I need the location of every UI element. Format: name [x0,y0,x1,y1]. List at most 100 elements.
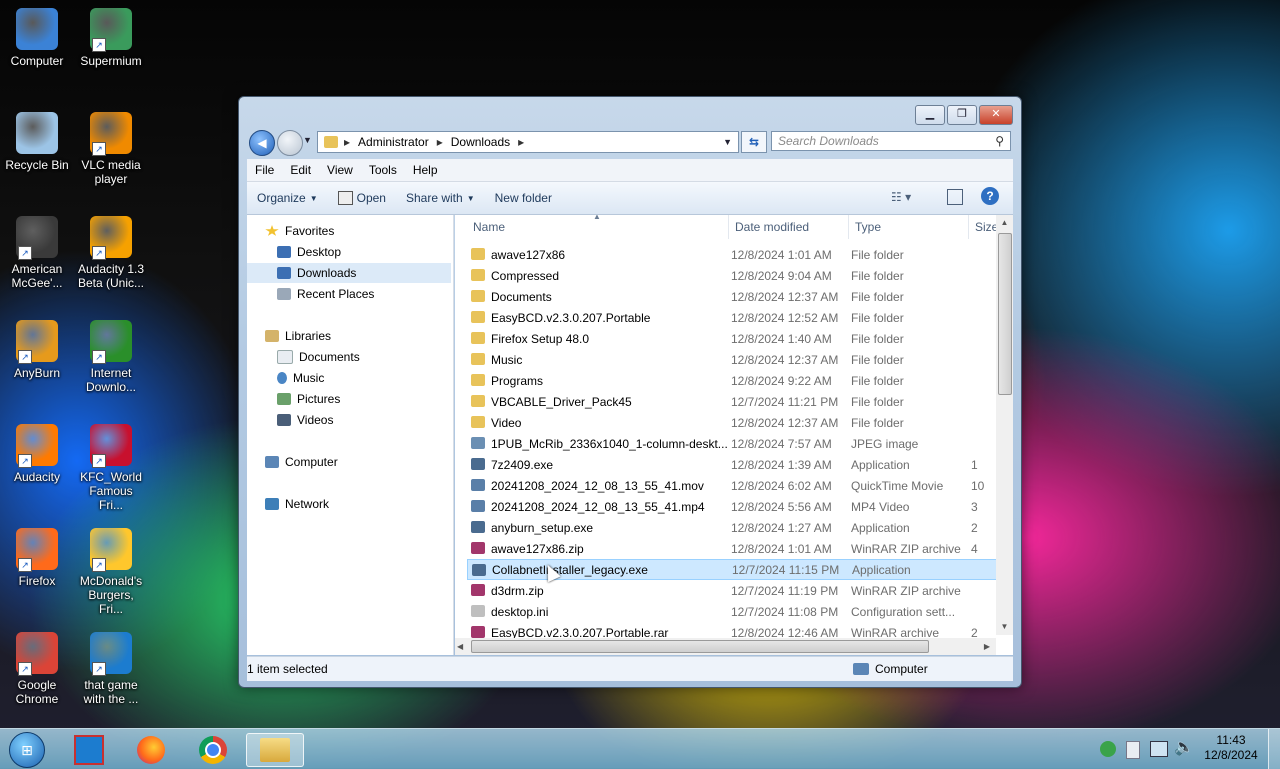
nav-favorites[interactable]: Favorites [265,221,334,241]
back-button[interactable]: ◀ [249,130,275,156]
nav-network[interactable]: Network [265,494,329,514]
desktop-icon-item[interactable]: ↗ Audacity [2,424,72,484]
desktop-icon-item[interactable]: ↗ Google Chrome [2,632,72,706]
explorer-window[interactable]: ▁ ❐ ✕ ◀ ▼ ▸ Administrator ▸ Downloads ▸ … [238,96,1022,688]
file-date: 12/8/2024 12:37 AM [731,289,839,304]
help-icon[interactable]: ? [981,187,999,205]
tray-clock[interactable]: 11:43 12/8/2024 [1198,733,1264,763]
tray-document-icon[interactable] [1126,741,1140,759]
open-button[interactable]: Open [328,191,396,205]
nav-desktop[interactable]: Desktop [277,242,341,262]
file-name: Programs [491,373,544,388]
horizontal-scroll-thumb[interactable] [471,640,929,653]
desktop-icon-item[interactable]: ↗ Supermium [76,8,146,68]
address-bar[interactable]: ▸ Administrator ▸ Downloads ▸ ▼ [317,131,739,153]
folder-icon [471,395,485,407]
nav-downloads[interactable]: Downloads [247,263,451,283]
file-row[interactable]: Compressed 12/8/2024 9:04 AM File folder [467,265,997,286]
desktop-icon-item[interactable]: ↗ Firefox [2,528,72,588]
scroll-right-icon[interactable]: ▶ [984,638,990,655]
menu-view[interactable]: View [319,163,361,177]
file-row[interactable]: desktop.ini 12/7/2024 11:08 PM Configurati… [467,601,997,622]
taskbar-explorer-button[interactable] [246,733,304,767]
maximize-button[interactable]: ❐ [947,105,977,125]
desktop-icon-item[interactable]: ↗ McDonald's Burgers, Fri... [76,528,146,616]
desktop-icon-item[interactable]: ↗ AnyBurn [2,320,72,380]
desktop-icon-item[interactable]: ↗ American McGee'... [2,216,72,290]
file-date: 12/8/2024 1:01 AM [731,247,832,262]
address-dropdown-icon[interactable]: ▼ [723,137,732,147]
file-row[interactable]: Documents 12/8/2024 12:37 AM File folder [467,286,997,307]
view-options-icon[interactable]: ☷ ▾ [891,190,911,204]
desktop-icon-item[interactable]: ↗ that game with the ... [76,632,146,706]
taskbar-firefox-button[interactable] [124,733,178,767]
scroll-up-icon[interactable]: ▲ [996,215,1013,231]
file-row[interactable]: anyburn_setup.exe 12/8/2024 1:27 AM Applic… [467,517,997,538]
tray-network-activity-icon[interactable] [1100,741,1116,757]
file-row[interactable]: 20241208_2024_12_08_13_55_41.mov 12/8/202… [467,475,997,496]
scroll-down-icon[interactable]: ▼ [996,619,1013,635]
file-row[interactable]: Firefox Setup 48.0 12/8/2024 1:40 AM File … [467,328,997,349]
nav-computer[interactable]: Computer [265,452,338,472]
desktop-icon-item[interactable]: ↗ Audacity 1.3 Beta (Unic... [76,216,146,290]
file-row[interactable]: 1PUB_McRib_2336x1040_1-column-deskt... 12… [467,433,997,454]
vertical-scroll-thumb[interactable] [998,233,1012,395]
file-type: Application [851,457,910,472]
organize-button[interactable]: Organize ▼ [247,191,328,205]
recent-pages-chevron-icon[interactable]: ▼ [303,135,312,145]
search-icon[interactable]: ⚲ [995,134,1004,148]
file-row[interactable]: EasyBCD.v2.3.0.207.Portable 12/8/2024 12:… [467,307,997,328]
refresh-icon[interactable]: ⇆ [741,131,767,153]
desktop-icon-item[interactable]: Recycle Bin [2,112,72,172]
search-input[interactable]: Search Downloads ⚲ [771,131,1011,151]
file-row[interactable]: awave127x86 12/8/2024 1:01 AM File folder [467,244,997,265]
file-row[interactable]: Programs 12/8/2024 9:22 AM File folder [467,370,997,391]
nav-recent-places[interactable]: Recent Places [277,284,374,304]
file-row[interactable]: d3drm.zip 12/7/2024 11:19 PM WinRAR ZIP ar… [467,580,997,601]
taskbar-game-button[interactable] [62,733,116,767]
nav-music[interactable]: Music [277,368,324,388]
file-name: anyburn_setup.exe [491,520,594,535]
menu-help[interactable]: Help [405,163,446,177]
breadcrumb-downloads[interactable]: Downloads [451,135,510,149]
desktop-icon-item[interactable]: Computer [2,8,72,68]
tray-monitor-icon[interactable] [1150,741,1168,757]
file-row[interactable]: Video 12/8/2024 12:37 AM File folder [467,412,997,433]
nav-documents[interactable]: Documents [277,347,360,367]
close-button[interactable]: ✕ [979,105,1013,125]
breadcrumb-administrator[interactable]: Administrator [358,135,429,149]
nav-videos[interactable]: Videos [277,410,333,430]
nav-pictures[interactable]: Pictures [277,389,340,409]
file-row[interactable]: awave127x86.zip 12/8/2024 1:01 AM WinRAR Z… [467,538,997,559]
start-button[interactable]: ⊞ [0,732,54,768]
file-date: 12/8/2024 1:01 AM [731,541,832,556]
desktop-icon-item[interactable]: ↗ Internet Downlo... [76,320,146,394]
column-header-size[interactable]: Size [969,215,999,239]
preview-pane-icon[interactable] [947,189,963,205]
column-header-type[interactable]: Type [849,215,969,239]
file-row[interactable]: 20241208_2024_12_08_13_55_41.mp4 12/8/202… [467,496,997,517]
vertical-scrollbar[interactable]: ▲ ▼ [996,215,1013,635]
file-date: 12/7/2024 11:19 PM [731,583,839,598]
menu-tools[interactable]: Tools [361,163,405,177]
scroll-left-icon[interactable]: ◀ [457,638,463,655]
minimize-button[interactable]: ▁ [915,105,945,125]
tray-volume-icon[interactable]: 🔈 [1174,737,1194,757]
new-folder-button[interactable]: New folder [485,191,562,205]
file-row[interactable]: VBCABLE_Driver_Pack45 12/7/2024 11:21 PM F… [467,391,997,412]
forward-button[interactable] [277,130,303,156]
menu-edit[interactable]: Edit [282,163,319,177]
desktop-icon [277,246,291,258]
menu-file[interactable]: File [247,163,282,177]
desktop-icon-item[interactable]: ↗ KFC_World Famous Fri... [76,424,146,512]
show-desktop-button[interactable] [1268,729,1280,769]
file-row[interactable]: 7z2409.exe 12/8/2024 1:39 AM Application 1 [467,454,997,475]
share-with-button[interactable]: Share with ▼ [396,191,485,205]
desktop-icon-item[interactable]: ↗ VLC media player [76,112,146,186]
nav-libraries[interactable]: Libraries [265,326,331,346]
horizontal-scrollbar[interactable]: ◀ ▶ [455,638,996,655]
file-row[interactable]: Music 12/8/2024 12:37 AM File folder [467,349,997,370]
column-header-date-modified[interactable]: Date modified [729,215,849,239]
taskbar-chrome-button[interactable] [186,733,240,767]
desktop-icon-label: Recycle Bin [5,158,69,172]
